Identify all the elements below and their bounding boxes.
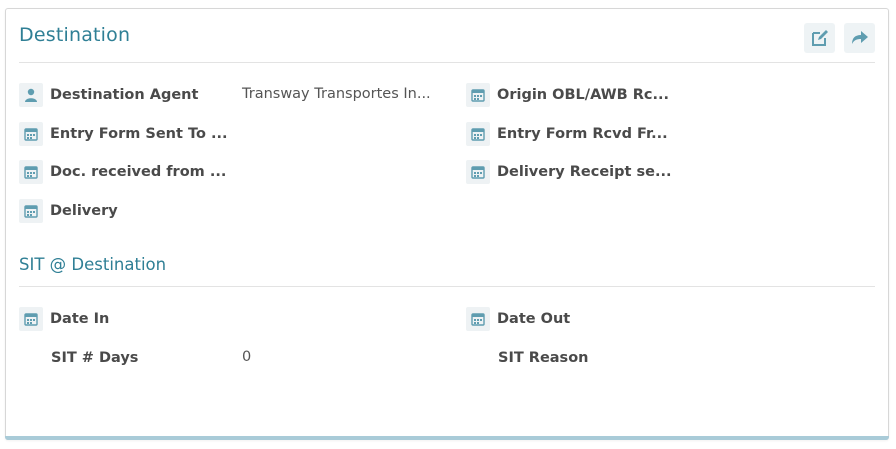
- field-date-in: Date In: [19, 306, 109, 332]
- destination-panel: Destination Destination Agent Transway T…: [5, 8, 889, 440]
- field-label: Entry Form Sent To ...: [50, 126, 228, 142]
- field-label: Origin OBL/AWB Rc...: [497, 87, 670, 103]
- edit-icon: [811, 30, 828, 46]
- calendar-icon: [19, 199, 43, 223]
- field-entry-form-rcvd: Entry Form Rcvd Fr...: [466, 121, 668, 147]
- calendar-icon: [19, 160, 43, 184]
- share-forward-icon: [851, 31, 868, 44]
- calendar-icon: [466, 122, 490, 146]
- field-sit-days: SIT # Days: [19, 345, 138, 371]
- field-label: Doc. received from ...: [50, 164, 227, 180]
- field-delivery: Delivery: [19, 198, 118, 224]
- field-delivery-receipt: Delivery Receipt se...: [466, 159, 672, 185]
- calendar-icon: [19, 307, 43, 331]
- field-doc-received: Doc. received from ...: [19, 159, 226, 185]
- sit-days-value: 0: [242, 349, 252, 365]
- panel-bottom-bar: [5, 436, 889, 440]
- field-destination-agent: Destination Agent: [19, 82, 198, 108]
- field-date-out: Date Out: [466, 306, 570, 332]
- field-label: Date In: [50, 311, 110, 327]
- field-label: SIT # Days: [51, 350, 139, 366]
- calendar-icon: [19, 122, 43, 146]
- forward-button[interactable]: [844, 23, 875, 53]
- user-icon: [19, 83, 43, 107]
- field-label: Delivery: [50, 203, 118, 219]
- calendar-icon: [466, 83, 490, 107]
- field-origin-obl-awb: Origin OBL/AWB Rc...: [466, 82, 669, 108]
- sit-divider: [19, 286, 875, 287]
- field-label: Entry Form Rcvd Fr...: [497, 126, 668, 142]
- field-sit-reason: SIT Reason: [466, 345, 588, 371]
- field-label: Date Out: [497, 311, 571, 327]
- destination-agent-value: Transway Transportes In...: [242, 86, 431, 102]
- field-label: SIT Reason: [498, 350, 589, 366]
- sit-section-title: SIT @ Destination: [19, 255, 167, 274]
- field-label: Delivery Receipt se...: [497, 164, 672, 180]
- calendar-icon: [466, 160, 490, 184]
- field-label: Destination Agent: [50, 87, 199, 103]
- edit-button[interactable]: [804, 23, 835, 53]
- field-entry-form-sent: Entry Form Sent To ...: [19, 121, 227, 147]
- header-divider: [19, 62, 875, 63]
- calendar-icon: [466, 307, 490, 331]
- panel-title: Destination: [19, 24, 131, 46]
